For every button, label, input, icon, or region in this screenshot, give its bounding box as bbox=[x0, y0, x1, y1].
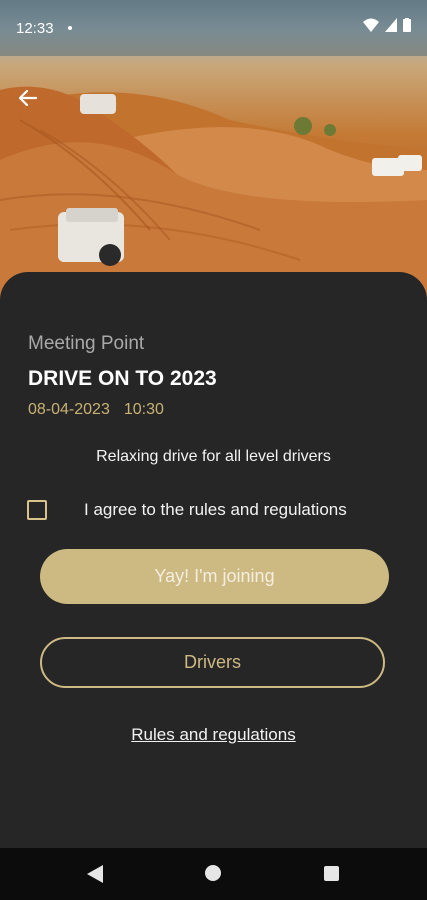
event-title: DRIVE ON TO 2023 bbox=[28, 367, 217, 390]
drivers-button[interactable]: Drivers bbox=[40, 637, 385, 688]
event-date: 08-04-2023 bbox=[28, 401, 110, 418]
event-datetime: 08-04-2023 10:30 bbox=[28, 401, 164, 419]
status-bar: 12:33 bbox=[0, 0, 427, 56]
back-button[interactable] bbox=[16, 86, 44, 110]
nav-home-icon[interactable] bbox=[205, 865, 221, 881]
wifi-icon bbox=[363, 18, 379, 32]
notification-dot-icon bbox=[67, 26, 72, 30]
status-icons bbox=[363, 18, 411, 32]
nav-back-icon[interactable] bbox=[87, 865, 103, 883]
event-time: 10:30 bbox=[123, 401, 164, 418]
event-description: Relaxing drive for all level drivers bbox=[96, 448, 331, 465]
meeting-point-label: Meeting Point bbox=[28, 333, 145, 354]
signal-icon bbox=[385, 18, 397, 32]
nav-recents-icon[interactable] bbox=[324, 866, 339, 881]
agreement-row: I agree to the rules and regulations bbox=[27, 500, 347, 520]
status-time: 12:33 bbox=[16, 19, 54, 37]
system-nav-bar bbox=[0, 848, 427, 900]
rules-link[interactable]: Rules and regulations bbox=[0, 725, 427, 745]
join-button[interactable]: Yay! I'm joining bbox=[40, 549, 389, 604]
arrow-left-icon bbox=[18, 89, 38, 107]
battery-icon bbox=[403, 18, 411, 32]
agree-label: I agree to the rules and regulations bbox=[84, 500, 347, 519]
agree-checkbox[interactable] bbox=[27, 500, 47, 520]
